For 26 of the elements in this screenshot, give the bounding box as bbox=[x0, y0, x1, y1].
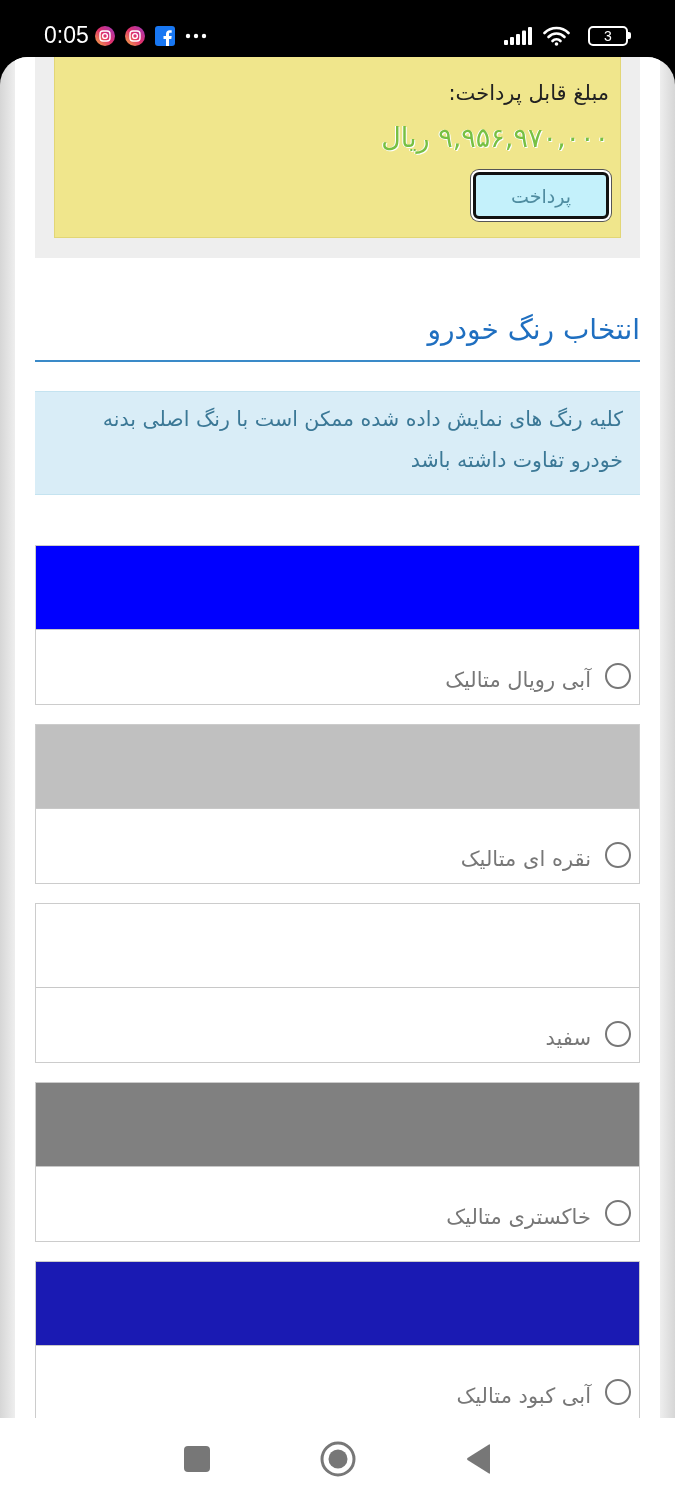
color-name: آبی کبود متالیک bbox=[456, 1383, 591, 1410]
payment-label: مبلغ قابل پرداخت: bbox=[448, 80, 609, 107]
more-icon bbox=[184, 32, 207, 39]
pay-button[interactable]: پرداخت bbox=[473, 172, 609, 219]
color-notice: کلیه رنگ های نمایش داده شده ممکن است با رنگ اصلی بدنه خودرو تفاوت داشته باشد bbox=[35, 391, 640, 495]
status-time: 0:05 bbox=[44, 22, 89, 49]
back-icon[interactable] bbox=[465, 1444, 492, 1474]
color-name: آبی رویال متالیک bbox=[445, 667, 591, 694]
square-icon[interactable] bbox=[183, 1446, 210, 1472]
color-name: نقره ای متالیک bbox=[460, 846, 591, 873]
wifi-icon bbox=[543, 25, 570, 46]
battery-indicator: 3 bbox=[588, 25, 631, 46]
radio-button[interactable] bbox=[605, 1379, 631, 1405]
color-name: خاکستری متالیک bbox=[446, 1204, 591, 1231]
radio-button[interactable] bbox=[605, 1200, 631, 1226]
radio-button[interactable] bbox=[605, 663, 631, 689]
radio-button[interactable] bbox=[605, 1021, 631, 1047]
radio-button[interactable] bbox=[605, 842, 631, 868]
camera-icon bbox=[94, 25, 115, 46]
camera-icon bbox=[124, 25, 145, 46]
payment-amount: ۹,۹۵۶,۹۷۰,۰۰۰ ریال bbox=[381, 121, 609, 156]
home-icon[interactable] bbox=[319, 1441, 356, 1477]
signal-icon bbox=[504, 26, 533, 45]
color-name: سفید bbox=[545, 1025, 591, 1052]
facebook-icon bbox=[154, 25, 175, 46]
section-title: انتخاب رنگ خودرو bbox=[35, 310, 640, 362]
